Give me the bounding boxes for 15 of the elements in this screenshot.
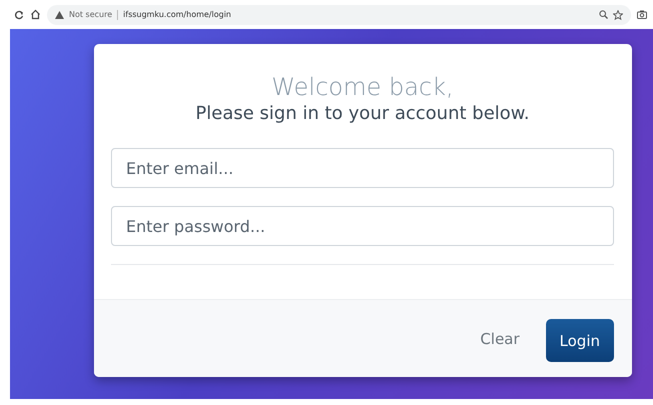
security-label: Not secure [69, 10, 112, 19]
home-icon[interactable] [30, 9, 41, 20]
zoom-icon[interactable] [599, 10, 608, 19]
url-text: ifssugmku.com/home/login [123, 10, 232, 19]
sign-in-subtitle: Please sign in to your account below. [194, 102, 530, 126]
reload-icon[interactable] [14, 10, 24, 20]
clear-button[interactable]: Clear [474, 324, 526, 354]
star-icon[interactable] [613, 10, 623, 20]
email-field[interactable]: Enter email... [111, 148, 614, 188]
welcome-title: Welcome back, [270, 72, 455, 102]
warning-icon [55, 10, 64, 18]
address-bar[interactable]: Not secure ifssugmku.com/home/login [47, 4, 631, 24]
password-field[interactable]: Enter password... [111, 206, 614, 246]
camera-icon[interactable] [637, 10, 647, 19]
login-button[interactable]: Login [546, 319, 614, 362]
